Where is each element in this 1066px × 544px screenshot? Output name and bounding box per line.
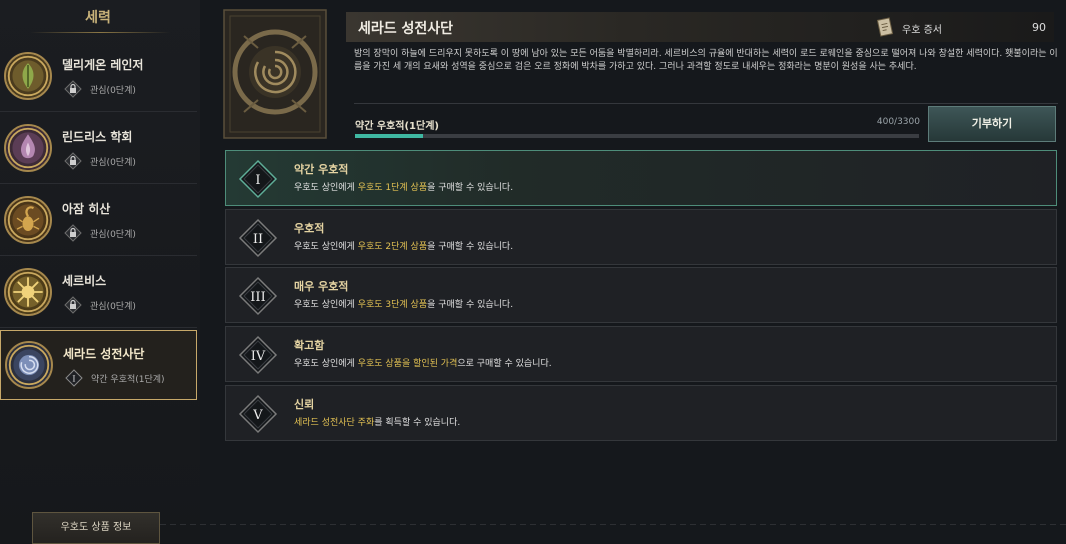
faction-item-servis[interactable]: 세르비스 관심(0단계) [0,258,197,328]
faction-name: 델리게온 레인저 [62,58,144,72]
tier-description-text: 를 획득할 수 있습니다. [374,418,461,428]
rose-crest-icon [222,8,328,140]
tier-description-text: 을 구매할 수 있습니다. [427,183,514,193]
tier-description: 우호도 상인에게 우호도 1단계 상품을 구매할 수 있습니다. [294,180,513,193]
tier-description: 우호도 상인에게 우호도 2단계 상품을 구매할 수 있습니다. [294,239,513,252]
certificate-scroll-icon [876,17,894,37]
faction-status: 약간 우호적(1단계) [91,375,165,385]
tier-row: III 매우 우호적우호도 상인에게 우호도 3단계 상품을 구매할 수 있습니다… [225,267,1057,323]
tier-description-text: 을 구매할 수 있습니다. [427,242,514,252]
donate-button[interactable]: 기부하기 [928,106,1056,142]
faction-sidebar: 세력 델리게온 레인저 관심(0단계) 린드리스 학회 관심(0단계) 아잠 히… [0,0,200,544]
tier-row: V 신뢰세라드 성전사단 주화를 획득할 수 있습니다. [225,385,1057,441]
tier-description: 세라드 성전사단 주화를 획득할 수 있습니다. [294,415,460,428]
faction-title: 세라드 성전사단 [358,21,454,37]
tier-description-text: 우호도 상인에게 [294,300,358,310]
tier-description-text: 을 구매할 수 있습니다. [427,300,514,310]
tier-row: II 우호적우호도 상인에게 우호도 2단계 상품을 구매할 수 있습니다. [225,209,1057,265]
tier-row: I 약간 우호적우호도 상인에게 우호도 1단계 상품을 구매할 수 있습니다. [225,150,1057,206]
svg-text:I: I [72,375,75,384]
reputation-progress-bar [355,134,919,138]
svg-text:I: I [255,173,260,188]
faction-status: 관심(0단계) [90,302,136,312]
certificate-label: 우호 증서 [902,25,942,36]
tier-numeral-badge-icon: IV [238,335,278,375]
sidebar-title-divider [30,32,170,33]
faction-item-delligeon-ranger[interactable]: 델리게온 레인저 관심(0단계) [0,42,197,112]
sun-emblem-icon [4,268,52,316]
tier-numeral-badge-icon: II [238,218,278,258]
tier-description-text: 우호도 상인에게 [294,183,358,193]
tier-numeral-badge-icon: III [238,276,278,316]
faction-description: 밤의 장막이 하늘에 드리우지 못하도록 이 땅에 남아 있는 모든 어둠을 박… [354,49,1058,72]
faction-status: 관심(0단계) [90,158,136,168]
lock-icon [64,224,82,242]
faction-name: 린드리스 학회 [62,130,133,144]
faction-name: 세라드 성전사단 [63,347,145,361]
tier-name: 약간 우호적 [294,163,349,176]
tier-numeral-badge-icon: I [238,159,278,199]
faction-item-azam-hisan[interactable]: 아잠 히산 관심(0단계) [0,186,197,256]
svg-text:IV: IV [251,349,266,364]
header-divider [354,103,1058,104]
tier-description-text: 우호도 상인에게 [294,359,358,369]
faction-title-bar: 세라드 성전사단 우호 증서 90 [346,12,1054,42]
rose-emblem-icon [5,341,53,389]
lock-icon [64,296,82,314]
certificate-count: 90 [1032,21,1046,34]
bottom-ornament [160,524,1066,525]
tier-name: 확고함 [294,339,325,352]
tier-description-text: 우호도 상인에게 [294,242,358,252]
tier-row: IV 확고함우호도 상인에게 우호도 상품을 할인된 가격으로 구매할 수 있습니… [225,326,1057,382]
tier-name: 매우 우호적 [294,280,349,293]
svg-text:II: II [253,232,263,247]
tier-reward-highlight: 우호도 3단계 상품 [357,300,428,310]
reputation-points: 400/3300 [876,117,920,127]
tier-reward-highlight: 우호도 1단계 상품 [357,183,428,193]
tier-reward-highlight: 우호도 2단계 상품 [357,242,428,252]
svg-text:V: V [252,408,263,423]
faction-item-lindris-academy[interactable]: 린드리스 학회 관심(0단계) [0,114,197,184]
faction-status: 관심(0단계) [90,230,136,240]
lock-icon [64,80,82,98]
tier-reward-highlight: 우호도 상품을 할인된 가격 [357,359,458,369]
faction-item-serad-crusaders[interactable]: 세라드 성전사단 I 약간 우호적(1단계) [0,330,197,400]
tier-one-badge-icon: I [65,369,83,387]
leaf-emblem-icon [4,52,52,100]
scorpion-emblem-icon [4,196,52,244]
faction-status: 관심(0단계) [90,86,136,96]
lock-icon [64,152,82,170]
tier-numeral-badge-icon: V [238,394,278,434]
svg-text:III: III [250,290,265,305]
faction-name: 아잠 히산 [62,202,111,216]
reputation-progress-fill [355,134,424,138]
tier-description: 우호도 상인에게 우호도 3단계 상품을 구매할 수 있습니다. [294,297,513,310]
tier-name: 우호적 [294,222,325,235]
faction-name: 세르비스 [62,274,107,288]
reputation-shop-info-button[interactable]: 우호도 상품 정보 [32,512,160,544]
tier-reward-highlight: 세라드 성전사단 주화 [294,418,375,428]
flame-emblem-icon [4,124,52,172]
reputation-level-label: 약간 우호적(1단계) [355,121,439,132]
tier-description-text: 으로 구매할 수 있습니다. [457,359,552,369]
tier-name: 신뢰 [294,398,315,411]
sidebar-title: 세력 [85,10,111,26]
tier-description: 우호도 상인에게 우호도 상품을 할인된 가격으로 구매할 수 있습니다. [294,356,552,369]
